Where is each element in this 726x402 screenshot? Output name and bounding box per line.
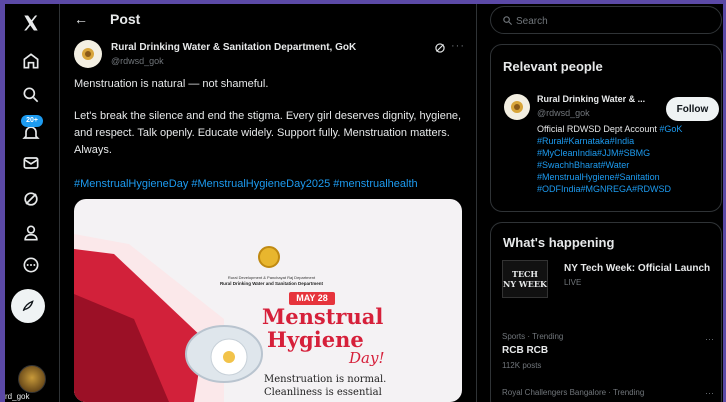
grok-explain-icon[interactable] [433,41,447,55]
relevant-people-title: Relevant people [503,59,603,74]
author-avatar[interactable] [74,40,102,68]
compose-post-button[interactable] [11,289,45,323]
bio-tag[interactable]: #Water [601,160,630,170]
bio-tag[interactable]: #MyCleanIndia [537,148,597,158]
bio-tag[interactable]: #Sanitation [615,172,660,182]
feather-icon [22,300,34,312]
bio-tag[interactable]: #RDWSD [632,184,671,194]
trend-more-icon[interactable]: ··· [705,334,714,344]
app-window: 20+ rd_gok ← Post Rural Drinking Water &… [5,4,723,402]
government-emblem-icon [82,48,94,60]
relevant-person-handle[interactable]: @rdwsd_gok [537,108,590,118]
profile-icon[interactable] [16,218,46,248]
page-title: Post [110,11,141,27]
event-thumb-line1: TECH [512,269,538,279]
event-status: LIVE [564,278,582,287]
follow-button[interactable]: Follow [666,97,719,121]
more-options-icon[interactable] [16,250,46,280]
event-title[interactable]: NY Tech Week: Official Launch [564,263,710,274]
search-input[interactable] [516,13,706,29]
home-icon[interactable] [16,46,46,76]
trend-post-count: 112K posts [502,361,542,370]
relevant-person-avatar[interactable] [504,94,530,120]
bio-text: Official RDWSD Dept Account [537,124,657,134]
trend-meta: Sports · Trending [502,332,564,341]
post-more-icon[interactable]: ··· [451,40,465,52]
post-hashtags[interactable]: #MenstrualHygieneDay #MenstrualHygieneDa… [74,176,464,193]
account-handle: rd_gok [5,392,30,401]
search-box[interactable] [490,6,722,34]
notifications-badge: 20+ [21,115,43,127]
grok-icon[interactable] [16,184,46,214]
image-caption-2: Cleanliness is essential [264,387,382,398]
main-column: ← Post Rural Drinking Water & Sanitation… [59,4,477,402]
trend-more-icon[interactable]: ··· [705,388,714,398]
side-navigation: 20+ rd_gok [5,4,59,402]
x-logo-icon[interactable] [16,8,46,38]
image-headline-3: Day! [349,349,385,367]
bio-tag[interactable]: #SBMG [619,148,651,158]
department-emblem-icon [258,246,280,268]
event-thumbnail[interactable]: TECH NY WEEK [502,260,548,298]
post-author: Rural Drinking Water & Sanitation Depart… [74,40,469,70]
author-name[interactable]: Rural Drinking Water & Sanitation Depart… [111,42,356,53]
bio-tag[interactable]: #MGNREGA [581,184,633,194]
post-text-line1: Menstruation is natural — not shameful. [74,78,269,90]
trend-name[interactable]: RCB RCB [502,345,548,356]
whats-happening-panel: What's happening [490,222,722,402]
bio-tag[interactable]: #Rural [537,136,564,146]
account-avatar[interactable] [18,365,46,393]
image-background-art [74,234,263,402]
image-headline-1: Menstrual [262,304,384,329]
government-emblem-icon [511,101,523,113]
back-arrow-icon[interactable]: ← [74,11,98,27]
search-icon [503,16,513,26]
image-dept-line1: Rural Development & Panchayat Raj Depart… [227,275,316,280]
explore-search-icon[interactable] [16,80,46,110]
post-text-body: Let's break the silence and end the stig… [74,110,462,156]
bio-tag[interactable]: #Karnataka [564,136,610,146]
author-handle[interactable]: @rdwsd_gok [111,56,164,66]
bio-tag[interactable]: #GoK [659,124,682,134]
bio-tag[interactable]: #ODFIndia [537,184,581,194]
post-header: ← Post [60,4,476,34]
messages-icon[interactable] [16,148,46,178]
relevant-people-panel: Relevant people Rural Drinking Water & .… [490,44,722,212]
bio-tag[interactable]: #SwachhBharat [537,160,601,170]
bio-tag[interactable]: #JJM [597,148,619,158]
relevant-person-name[interactable]: Rural Drinking Water & ... [537,94,645,104]
whats-happening-title: What's happening [503,235,615,250]
image-caption-1: Menstruation is normal. [264,374,387,385]
right-sidebar: Relevant people Rural Drinking Water & .… [490,4,723,402]
bio-tag[interactable]: #MenstrualHygiene [537,172,615,182]
bio-tag[interactable]: #India [610,136,635,146]
post-image[interactable]: Rural Development & Panchayat Raj Depart… [74,199,462,402]
image-dept-line2: Rural Drinking Water and Sanitation Depa… [219,281,324,286]
event-thumb-line2: NY WEEK [503,279,547,289]
relevant-person-bio: Official RDWSD Dept Account #GoK #Rural#… [537,123,717,195]
trend-meta: Royal Challengers Bangalore · Trending [502,388,645,397]
